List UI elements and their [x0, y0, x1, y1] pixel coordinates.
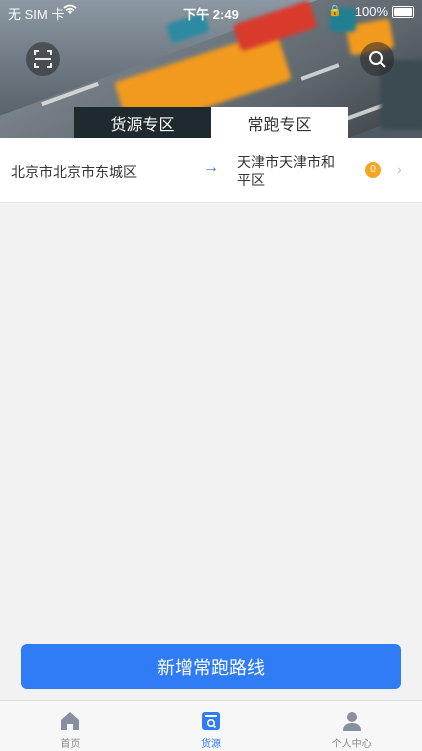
scan-button[interactable] [26, 42, 60, 76]
nav-item-profile[interactable]: 个人中心 [281, 701, 422, 751]
tab-frequent-zone[interactable]: 常跑专区 [211, 107, 348, 138]
cargo-icon [202, 712, 220, 730]
add-frequent-route-button[interactable]: 新增常跑路线 [21, 644, 401, 689]
route-destination: 天津市天津市和平区 [237, 154, 335, 188]
route-list-item[interactable]: 北京市北京市东城区 → 天津市天津市和平区 0 › [0, 138, 422, 203]
battery-percentage: 100% [354, 4, 388, 19]
scan-icon [34, 50, 52, 68]
nav-item-cargo[interactable]: 货源 [141, 701, 282, 751]
tab-cargo-zone[interactable]: 货源专区 [74, 107, 211, 138]
nav-label-profile: 个人中心 [331, 739, 372, 750]
chevron-right-icon: › [397, 161, 402, 177]
cargo-count-badge: 0 [365, 162, 381, 178]
battery-icon [392, 6, 414, 18]
orientation-lock-icon: 🔒 [328, 5, 342, 17]
search-icon [369, 51, 386, 68]
nav-label-home: 首页 [60, 739, 81, 750]
status-bar: 无 SIM 卡 下午 2:49 🔒 100% [0, 2, 422, 22]
search-button[interactable] [360, 42, 394, 76]
route-origin: 北京市北京市东城区 [11, 164, 137, 180]
nav-item-home[interactable]: 首页 [0, 701, 141, 751]
arrow-right-icon: → [203, 159, 219, 176]
bottom-nav: 首页 货源 个人中心 [0, 700, 422, 751]
zone-tabs: 货源专区 常跑专区 [74, 107, 348, 138]
user-icon [342, 712, 361, 731]
nav-label-cargo: 货源 [201, 739, 221, 750]
home-icon [61, 712, 80, 730]
